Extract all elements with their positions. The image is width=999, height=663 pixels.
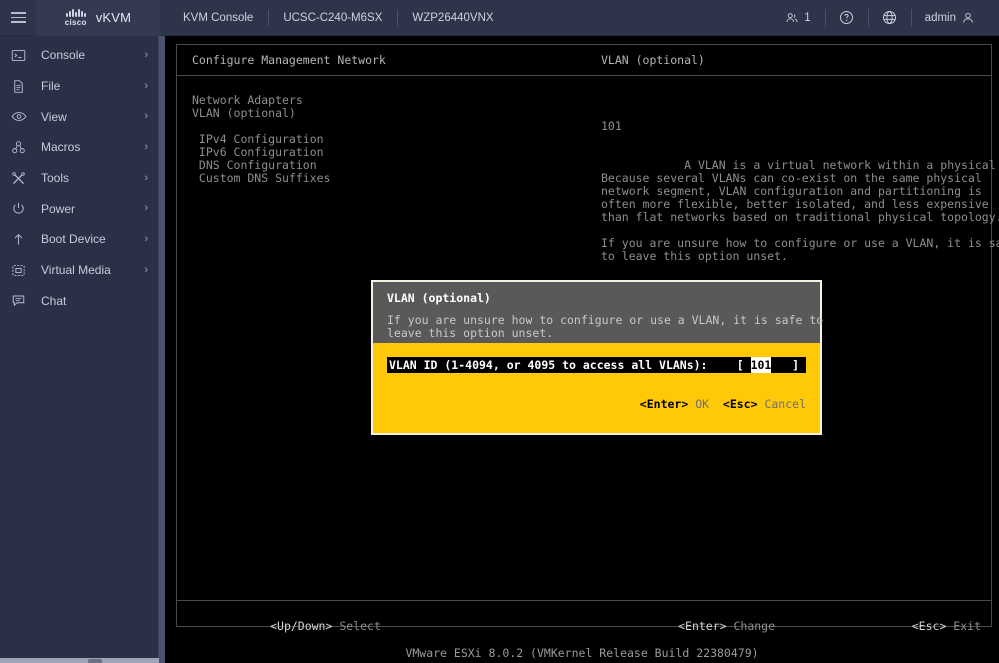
power-icon [11,201,33,216]
key-hint-change: <Enter> Change [595,607,775,646]
header-right-controls: 1 admin [771,0,999,36]
dialog-cancel-label: Cancel [757,397,806,411]
sidebar-item-virtual-media[interactable]: Virtual Media › [0,255,158,286]
dialog-title: VLAN (optional) [387,291,491,305]
dcui-key-hints: <Up/Down> Select <Enter> Change <Esc> Ex… [177,600,991,633]
input-bracket-open: [ [736,358,744,372]
sidebar-label-chat: Chat [41,293,67,308]
dcui-info-panel: 101 A VLAN is a virtual network within a… [601,94,999,276]
chevron-right-icon: › [144,79,148,92]
vlan-id-input-row[interactable]: VLAN ID (1-4094, or 4095 to access all V… [387,357,806,373]
help-circle-icon [839,11,853,24]
tab-server-serial[interactable]: WZP26440VNX [397,0,508,36]
sidebar-item-tools[interactable]: Tools › [0,163,158,194]
chevron-right-icon: › [144,140,148,153]
dialog-ok-key[interactable]: <Enter> [640,397,688,411]
sidebar-label-macros: Macros [41,140,81,155]
sidebar-label-virtual-media: Virtual Media [41,263,111,278]
vkvm-application: cisco vKVM KVM Console UCSC-C240-M6SX WZ… [0,0,999,663]
macros-icon [11,140,33,155]
dialog-action-hints: <Enter> OK <Esc> Cancel [543,385,806,424]
dcui-header-title: Configure Management Network [192,53,386,67]
chat-icon [11,293,33,308]
terminal-icon [11,48,33,63]
dcui-menu-list[interactable]: Network Adapters VLAN (optional) IPv4 Co… [192,94,330,185]
dialog-ok-label: OK [688,397,710,411]
tab-kvm-console[interactable]: KVM Console [168,0,268,36]
header-tabs: KVM Console UCSC-C240-M6SX WZP26440VNX [168,0,509,36]
sidebar-item-file[interactable]: File › [0,71,158,102]
sidebar-bottom-strip [0,658,159,663]
vlan-id-input-value[interactable]: 101 [750,357,772,373]
active-users-indicator[interactable]: 1 [771,7,824,29]
virtual-media-icon [11,263,33,278]
key-hint-change-label: Change [726,619,776,633]
tools-icon [11,171,33,186]
chevron-right-icon: › [144,263,148,276]
sidebar-item-view[interactable]: View › [0,101,158,132]
sidebar-item-boot-device[interactable]: Boot Device › [0,224,158,255]
key-hint-exit-label: Exit [946,619,981,633]
chevron-right-icon: › [144,48,148,61]
kvm-console-viewport[interactable]: Configure Management Network VLAN (optio… [165,36,999,663]
chevron-right-icon: › [144,110,148,123]
dcui-header: Configure Management Network VLAN (optio… [177,45,991,76]
file-icon [11,79,33,94]
dcui-current-vlan-value: 101 [601,119,622,133]
users-icon [786,12,798,22]
sidebar-item-power[interactable]: Power › [0,193,158,224]
left-sidebar: Console › File › View › Macros › Tools ›… [0,36,159,663]
dcui-header-subtitle: VLAN (optional) [601,53,705,67]
chevron-right-icon: › [144,232,148,245]
dialog-header: VLAN (optional) If you are unsure how to… [373,282,824,343]
sidebar-bottom-handle[interactable] [88,659,102,663]
globe-icon [882,11,896,24]
user-account-button[interactable]: admin [910,7,989,29]
help-button[interactable] [824,7,868,29]
vlan-id-input-padding [771,357,792,373]
key-hint-select: <Up/Down> Select [187,607,381,646]
key-hint-select-key: <Up/Down> [270,619,333,633]
language-button[interactable] [867,7,911,29]
sidebar-item-console[interactable]: Console › [0,40,158,71]
sidebar-label-view: View [41,109,67,124]
eye-icon [11,109,33,124]
key-hint-exit-key: <Esc> [911,619,947,633]
sidebar-item-macros[interactable]: Macros › [0,132,158,163]
brand-logo: cisco vKVM [36,0,160,36]
key-hint-exit: <Esc> Exit [829,607,981,646]
dcui-frame: Configure Management Network VLAN (optio… [176,44,999,633]
user-account-label: admin [924,11,956,24]
sidebar-label-file: File [41,79,61,94]
dialog-cancel-key[interactable]: <Esc> [723,397,758,411]
key-hint-select-label: Select [332,619,381,633]
active-users-count: 1 [804,11,811,24]
tab-server-model[interactable]: UCSC-C240-M6SX [268,0,397,36]
person-icon [963,12,973,23]
dialog-subtitle: If you are unsure how to configure or us… [387,313,824,340]
key-hint-change-key: <Enter> [678,619,727,633]
sidebar-label-tools: Tools [41,171,70,186]
cisco-logo-icon: cisco [64,8,87,27]
esxi-version-line: VMware ESXi 8.0.2 (VMKernel Release Buil… [405,646,759,660]
top-header-bar: cisco vKVM KVM Console UCSC-C240-M6SX WZ… [0,0,999,36]
up-arrow-icon [11,232,33,247]
sidebar-label-power: Power [41,201,76,216]
hamburger-menu-icon[interactable] [0,0,36,36]
sidebar-label-boot-device: Boot Device [41,232,106,247]
sidebar-label-console: Console [41,48,86,63]
brand-name: vKVM [95,10,132,25]
chevron-right-icon: › [144,202,148,215]
vlan-id-input-label: VLAN ID (1-4094, or 4095 to access all V… [389,358,708,372]
chevron-right-icon: › [144,171,148,184]
vlan-input-dialog[interactable]: VLAN (optional) If you are unsure how to… [371,280,824,435]
dcui-description-text: A VLAN is a virtual network within a phy… [601,158,999,263]
esxi-dcui-screen: Configure Management Network VLAN (optio… [170,39,999,663]
input-bracket-close: ] [792,358,800,372]
dialog-body: VLAN ID (1-4094, or 4095 to access all V… [373,343,820,433]
cisco-wordmark: cisco [64,17,87,27]
sidebar-item-chat[interactable]: Chat [0,286,158,317]
